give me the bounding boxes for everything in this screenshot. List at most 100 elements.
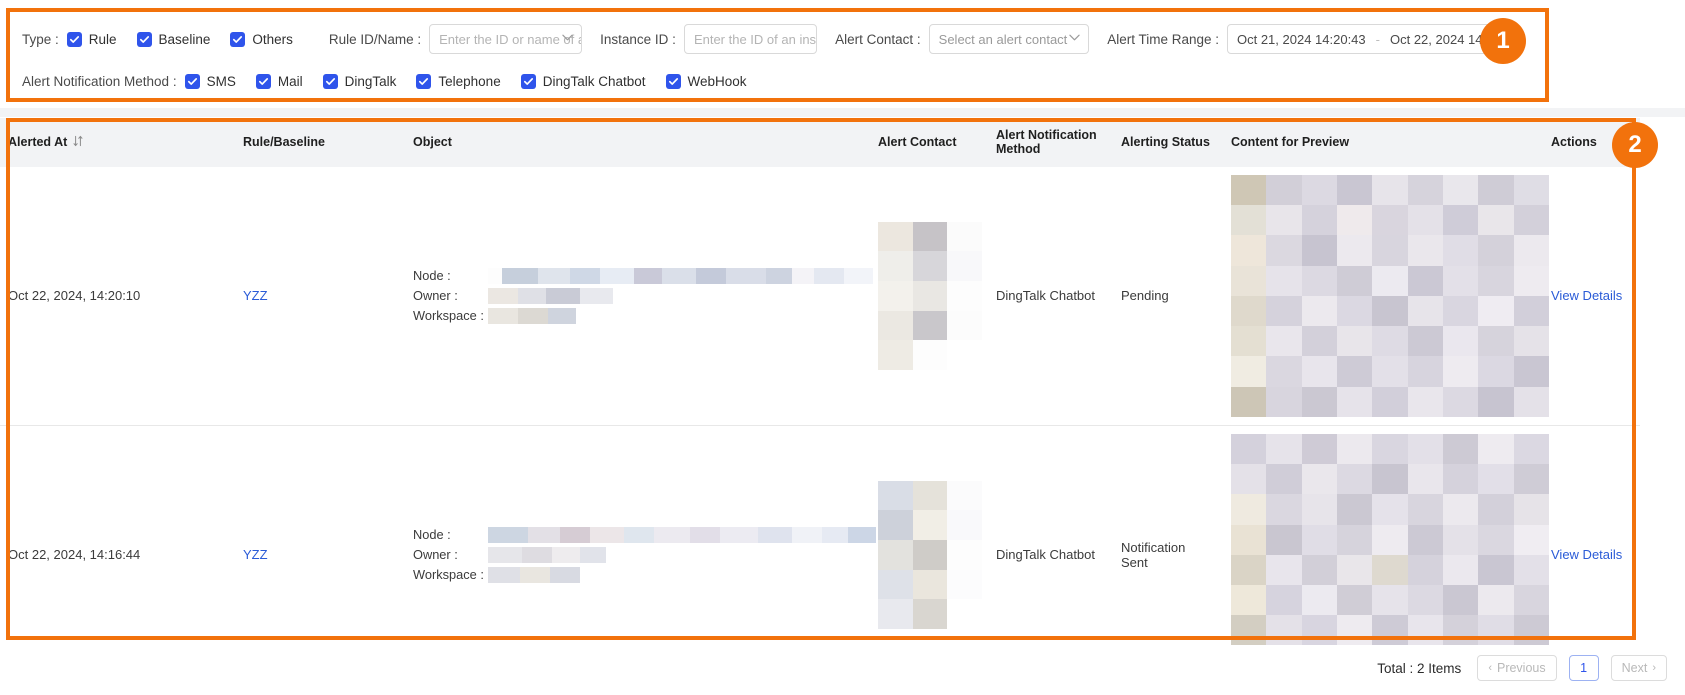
cell-actions: View Details: [1543, 166, 1640, 426]
check-icon: [230, 31, 246, 47]
checkbox-baseline-label: Baseline: [158, 31, 211, 47]
check-icon: [255, 73, 271, 89]
view-details-link[interactable]: View Details: [1551, 288, 1622, 303]
checkbox-others[interactable]: Others: [230, 31, 293, 47]
cell-actions: View Details: [1543, 425, 1640, 645]
time-range-start: Oct 21, 2024 14:20:43: [1236, 31, 1366, 47]
next-page-label: Next: [1621, 661, 1648, 675]
check-icon: [66, 31, 82, 47]
object-workspace-label: Workspace :: [413, 308, 484, 324]
cell-alert-contact: [870, 166, 988, 426]
filter-panel: Type : Rule Baseline Others Rule ID/Name…: [0, 10, 1548, 102]
checkbox-others-label: Others: [252, 31, 293, 47]
checkbox-baseline[interactable]: Baseline: [136, 31, 211, 47]
page-number-button[interactable]: 1: [1568, 655, 1599, 681]
checkbox-dingtalk[interactable]: DingTalk: [322, 73, 397, 89]
view-details-link[interactable]: View Details: [1551, 547, 1622, 562]
alert-history-table: Alerted At Rule/Baseline Object Alert Co…: [0, 118, 1640, 645]
previous-page-button[interactable]: ‹ Previous: [1477, 655, 1557, 681]
sort-icon[interactable]: [73, 135, 83, 151]
section-divider: [0, 108, 1685, 117]
checkbox-dingtalk-chatbot-label: DingTalk Chatbot: [542, 73, 646, 89]
cell-notification-method: DingTalk Chatbot: [988, 166, 1113, 426]
instance-id-placeholder: Enter the ID of an instance: [693, 31, 817, 47]
column-header-object: Object: [405, 118, 870, 167]
object-node-label: Node :: [413, 527, 451, 543]
check-icon: [520, 73, 536, 89]
notification-checkbox-group: SMS Mail DingTalk Telephone DingTalk Cha…: [184, 73, 767, 89]
cell-object: Node : Owner: Workspace:: [405, 425, 876, 645]
instance-id-input[interactable]: Enter the ID of an instance: [683, 24, 818, 54]
cell-alert-contact: [870, 425, 988, 645]
alert-contact-redacted: [878, 221, 982, 370]
table-row: Oct 22, 2024, 14:20:10 YZZ Node : Owner …: [0, 166, 1640, 426]
table-header-row: Alerted At Rule/Baseline Object Alert Co…: [0, 118, 1640, 167]
column-header-content-for-preview: Content for Preview: [1223, 118, 1543, 167]
chevron-left-icon: ‹: [1488, 662, 1492, 674]
column-header-alerting-status: Alerting Status: [1113, 118, 1223, 167]
checkbox-webhook[interactable]: WebHook: [665, 73, 747, 89]
object-owner-label: Owner :: [413, 288, 458, 304]
checkbox-telephone[interactable]: Telephone: [416, 73, 501, 89]
object-node-value-redacted: [487, 267, 873, 284]
previous-page-label: Previous: [1496, 661, 1546, 675]
check-icon: [322, 73, 338, 89]
column-header-alerted-at-label: Alerted At: [8, 135, 68, 150]
object-owner-value-redacted: [487, 287, 873, 304]
column-header-alerted-at[interactable]: Alerted At: [0, 118, 235, 167]
time-range-end: Oct 22, 2024 14:20:43: [1389, 31, 1485, 47]
checkbox-dingtalk-chatbot[interactable]: DingTalk Chatbot: [520, 73, 646, 89]
content-preview-redacted: [1231, 174, 1549, 417]
cell-notification-method: DingTalk Chatbot: [988, 425, 1113, 645]
cell-alerted-at: Oct 22, 2024, 14:16:44: [0, 425, 235, 645]
object-node-value-redacted: [487, 526, 876, 543]
alert-contact-placeholder: Select an alert contact: [938, 31, 1068, 47]
alert-time-range-picker[interactable]: Oct 21, 2024 14:20:43 - Oct 22, 2024 14:…: [1226, 24, 1512, 54]
cell-alerting-status: Notification Sent: [1113, 425, 1223, 645]
check-icon: [665, 73, 681, 89]
check-icon: [416, 73, 432, 89]
cell-content-preview: [1223, 425, 1549, 645]
pagination-bar: Total : 2 Items ‹ Previous 1 Next ›: [1377, 655, 1667, 681]
content-preview-redacted: [1231, 433, 1549, 645]
notification-method-label: Alert Notification Method :: [22, 73, 177, 89]
time-range-separator: -: [1375, 31, 1380, 47]
next-page-button[interactable]: Next ›: [1610, 655, 1667, 681]
checkbox-dingtalk-label: DingTalk: [344, 73, 397, 89]
filter-row-type: Type : Rule Baseline Others Rule ID/Name…: [22, 22, 1530, 56]
checkbox-webhook-label: WebHook: [687, 73, 747, 89]
annotation-badge-2: 2: [1612, 122, 1658, 168]
cell-object: Node : Owner: Workspace:: [405, 166, 873, 426]
alert-contact-label: Alert Contact :: [835, 31, 921, 47]
table-row: Oct 22, 2024, 14:16:44 YZZ Node : Owner …: [0, 425, 1640, 645]
alert-history-page: Type : Rule Baseline Others Rule ID/Name…: [0, 0, 1685, 695]
cell-alerted-at: Oct 22, 2024, 14:20:10: [0, 166, 235, 426]
chevron-right-icon: ›: [1652, 662, 1656, 674]
column-header-alert-contact: Alert Contact: [870, 118, 988, 167]
checkbox-rule-label: Rule: [88, 31, 117, 47]
instance-id-label: Instance ID :: [600, 31, 676, 47]
checkbox-sms-label: SMS: [206, 73, 236, 89]
object-workspace-value-redacted: [487, 566, 876, 583]
alert-contact-select[interactable]: Select an alert contact: [928, 24, 1090, 54]
cell-rule-baseline: YZZ: [235, 425, 405, 645]
checkbox-sms[interactable]: SMS: [184, 73, 236, 89]
checkbox-rule[interactable]: Rule: [66, 31, 117, 47]
cell-alerting-status: Pending: [1113, 166, 1223, 426]
alert-time-range-label: Alert Time Range :: [1107, 31, 1219, 47]
filter-row-notification: Alert Notification Method : SMS Mail Din…: [22, 64, 1530, 98]
rule-id-label: Rule ID/Name :: [328, 31, 422, 47]
cell-rule-baseline: YZZ: [235, 166, 405, 426]
rule-id-select[interactable]: Enter the ID or name of a rule: [429, 24, 583, 54]
column-header-rule-baseline: Rule/Baseline: [235, 118, 405, 167]
rule-link[interactable]: YZZ: [243, 547, 268, 562]
chevron-down-icon: [562, 34, 573, 45]
cell-content-preview: [1223, 166, 1549, 426]
chevron-down-icon: [1069, 34, 1080, 45]
checkbox-mail[interactable]: Mail: [255, 73, 303, 89]
checkbox-telephone-label: Telephone: [438, 73, 501, 89]
checkbox-mail-label: Mail: [277, 73, 303, 89]
total-items-label: Total : 2 Items: [1377, 660, 1462, 676]
object-owner-label: Owner :: [413, 547, 458, 563]
rule-link[interactable]: YZZ: [243, 288, 268, 303]
